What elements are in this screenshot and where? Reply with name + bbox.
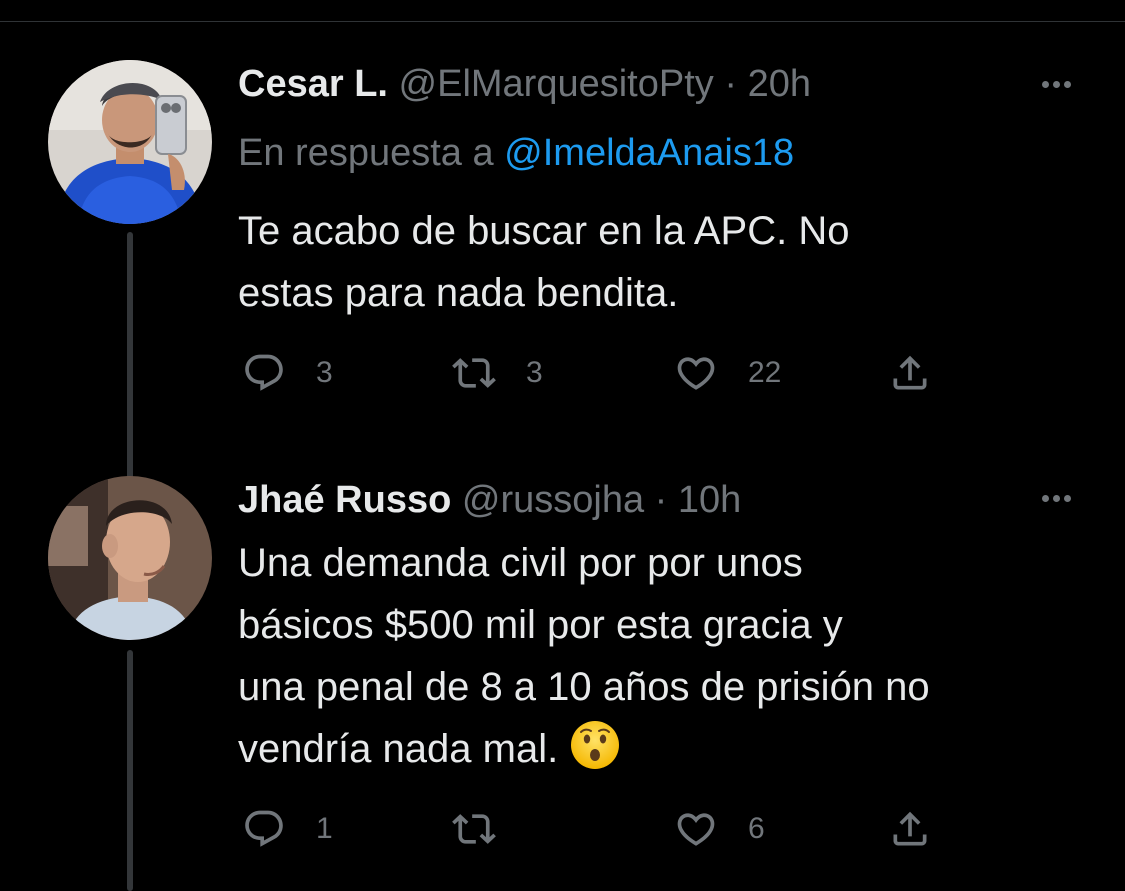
avatar[interactable] xyxy=(48,60,212,224)
share-icon xyxy=(893,355,927,390)
like-count: 22 xyxy=(748,356,782,389)
hushed-face-icon xyxy=(571,721,620,769)
username[interactable]: @ElMarquesitoPty xyxy=(399,63,714,105)
tweet[interactable]: Jhaé Russo @russojha · 10h Una demanda c… xyxy=(0,452,1125,891)
share-button[interactable] xyxy=(888,348,932,398)
like-button[interactable]: 22 xyxy=(674,348,781,398)
username[interactable]: @russojha xyxy=(462,479,644,521)
reply-icon xyxy=(245,354,283,391)
tweet[interactable]: Cesar L. @ElMarquesitoPty · 20h En respu… xyxy=(0,22,1125,480)
reply-icon xyxy=(245,810,283,847)
heart-icon xyxy=(677,813,715,846)
heart-icon xyxy=(677,357,715,390)
replying-to: En respuesta a @ImeldaAnais18 xyxy=(238,130,794,176)
display-name[interactable]: Jhaé Russo xyxy=(238,479,451,521)
top-divider xyxy=(0,0,1125,22)
reply-count: 1 xyxy=(316,812,333,845)
retweet-icon xyxy=(452,814,496,844)
share-button[interactable] xyxy=(888,804,932,854)
tweet-text: Te acabo de buscar en la APC. No estas p… xyxy=(238,209,850,315)
tweet-text: Una demanda civil por por unos básicos $… xyxy=(238,532,930,780)
replying-to-label: En respuesta a xyxy=(238,132,494,174)
thread-line xyxy=(127,232,133,480)
tweet-header: Jhaé Russo @russojha · 10h xyxy=(238,478,741,522)
separator-dot: · xyxy=(724,63,737,105)
tweet-actions: 3 3 22 xyxy=(238,348,938,398)
mention-link[interactable]: @ImeldaAnais18 xyxy=(504,132,794,174)
timestamp[interactable]: 20h xyxy=(748,63,811,105)
reply-count: 3 xyxy=(316,356,333,389)
retweet-button[interactable]: 3 xyxy=(452,348,543,398)
display-name[interactable]: Cesar L. xyxy=(238,63,388,105)
reply-button[interactable]: 1 xyxy=(242,804,333,854)
like-count: 6 xyxy=(748,812,765,845)
more-icon[interactable] xyxy=(1027,70,1085,98)
tweet-header: Cesar L. @ElMarquesitoPty · 20h xyxy=(238,62,811,106)
avatar[interactable] xyxy=(48,476,212,640)
retweet-icon xyxy=(452,358,496,388)
share-icon xyxy=(893,811,927,846)
thread-line xyxy=(127,650,133,891)
retweet-button[interactable] xyxy=(452,804,526,854)
reply-button[interactable]: 3 xyxy=(242,348,333,398)
tweet-actions: 1 6 xyxy=(238,804,938,854)
separator-dot: · xyxy=(654,479,668,521)
like-button[interactable]: 6 xyxy=(674,804,765,854)
timestamp[interactable]: 10h xyxy=(678,479,741,521)
retweet-count: 3 xyxy=(526,356,543,389)
more-icon[interactable] xyxy=(1027,484,1085,512)
